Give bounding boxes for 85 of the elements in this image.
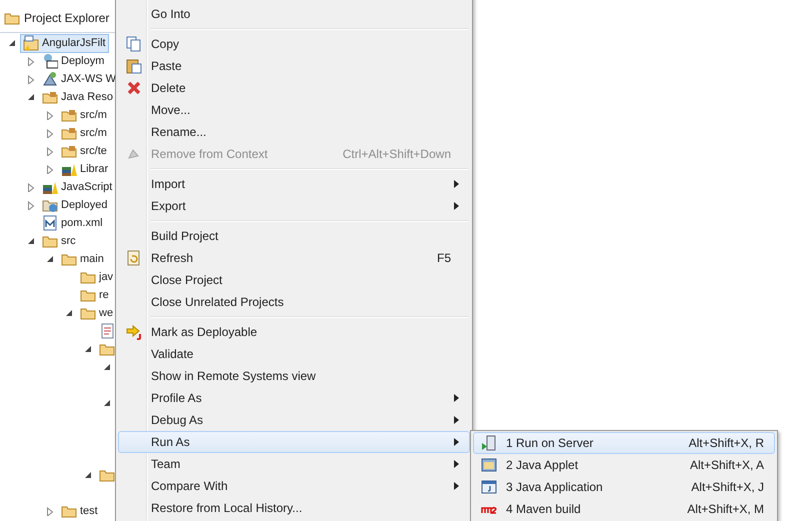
menu-item[interactable]: Import bbox=[118, 173, 470, 195]
delete-icon bbox=[126, 80, 142, 96]
expanded-arrow-icon[interactable] bbox=[103, 399, 111, 407]
tree-item[interactable]: AngularJsFilt bbox=[20, 34, 109, 52]
tree-item[interactable]: src/te bbox=[58, 142, 110, 160]
menu-item[interactable]: 2 Java Applet Alt+Shift+X, A bbox=[473, 454, 775, 476]
collapsed-arrow-icon[interactable] bbox=[46, 110, 54, 120]
applet-icon bbox=[481, 457, 497, 473]
window-icon bbox=[481, 479, 497, 495]
expanded-arrow-icon[interactable] bbox=[103, 363, 111, 371]
expanded-arrow-icon[interactable] bbox=[84, 345, 92, 353]
expanded-arrow-icon[interactable] bbox=[27, 237, 35, 245]
server-icon bbox=[481, 435, 497, 451]
collapsed-arrow-icon[interactable] bbox=[46, 506, 54, 516]
menu-item[interactable]: 4 Maven build Alt+Shift+X, M bbox=[473, 498, 775, 520]
expanded-arrow-icon[interactable] bbox=[65, 309, 73, 317]
menu-item[interactable]: Team bbox=[118, 453, 470, 475]
tree-item[interactable]: Deployed bbox=[39, 196, 110, 214]
menu-item[interactable]: Show in Remote Systems view bbox=[118, 365, 470, 387]
package-folder-icon bbox=[42, 89, 58, 105]
web-service-icon bbox=[42, 71, 58, 87]
menu-item[interactable]: Copy bbox=[118, 33, 470, 55]
menu-item[interactable]: 3 Java Application Alt+Shift+X, J bbox=[473, 476, 775, 498]
tree-item[interactable]: JavaScript bbox=[39, 178, 116, 196]
document-icon bbox=[99, 323, 115, 339]
collapsed-arrow-icon[interactable] bbox=[27, 56, 35, 66]
tree-item[interactable]: test bbox=[58, 502, 101, 520]
package-folder-icon bbox=[61, 125, 77, 141]
menu-item[interactable]: Compare With bbox=[118, 475, 470, 497]
expanded-arrow-icon[interactable] bbox=[84, 471, 92, 479]
menu-item[interactable]: 1 Run on Server Alt+Shift+X, R bbox=[473, 432, 775, 454]
tree-item[interactable]: src/m bbox=[58, 124, 110, 142]
submenu-arrow-icon bbox=[454, 438, 459, 446]
arrow-icon bbox=[126, 324, 142, 340]
menu-item[interactable]: Rename... bbox=[118, 121, 470, 143]
menu-item[interactable]: Close Unrelated Projects bbox=[118, 291, 470, 313]
descriptor-icon bbox=[42, 53, 58, 69]
collapsed-arrow-icon[interactable] bbox=[27, 182, 35, 192]
tree-item[interactable]: pom.xml bbox=[39, 214, 106, 232]
paste-icon bbox=[126, 58, 142, 74]
collapsed-arrow-icon[interactable] bbox=[27, 74, 35, 84]
expanded-arrow-icon[interactable] bbox=[46, 255, 54, 263]
submenu-arrow-icon bbox=[454, 394, 459, 402]
view-tab[interactable]: Project Explorer bbox=[0, 4, 114, 32]
menu-item[interactable]: Move... bbox=[118, 99, 470, 121]
menu-item[interactable]: Debug As bbox=[118, 409, 470, 431]
menu-item[interactable]: Run As bbox=[118, 431, 470, 453]
tree-item[interactable]: src bbox=[39, 232, 79, 250]
submenu-arrow-icon bbox=[454, 460, 459, 468]
menu-item[interactable]: Validate bbox=[118, 343, 470, 365]
menu-item[interactable]: Delete bbox=[118, 77, 470, 99]
copy-icon bbox=[126, 36, 142, 52]
submenu-arrow-icon bbox=[454, 202, 459, 210]
menu-item[interactable]: Profile As bbox=[118, 387, 470, 409]
menu-item[interactable]: Refresh F5 bbox=[118, 247, 470, 269]
expanded-arrow-icon[interactable] bbox=[8, 39, 16, 47]
tree-item[interactable]: Deploym bbox=[39, 52, 108, 70]
tree-item[interactable]: Librar bbox=[58, 160, 112, 178]
tree-item[interactable]: re bbox=[77, 286, 112, 304]
collapsed-arrow-icon[interactable] bbox=[46, 128, 54, 138]
collapsed-arrow-icon[interactable] bbox=[27, 200, 35, 210]
menu-item[interactable]: Go Into bbox=[118, 3, 470, 25]
submenu-arrow-icon bbox=[454, 482, 459, 490]
submenu-arrow-icon bbox=[454, 180, 459, 188]
project-icon bbox=[23, 35, 39, 51]
refresh-icon bbox=[126, 250, 142, 266]
file-icon bbox=[42, 215, 58, 231]
expanded-arrow-icon[interactable] bbox=[27, 93, 35, 101]
collapsed-arrow-icon[interactable] bbox=[46, 146, 54, 156]
collapsed-arrow-icon[interactable] bbox=[46, 164, 54, 174]
tree-item[interactable]: main bbox=[58, 250, 107, 268]
menu-item[interactable]: Close Project bbox=[118, 269, 470, 291]
view-title: Project Explorer bbox=[24, 11, 110, 25]
menu-item[interactable]: Export bbox=[118, 195, 470, 217]
tree-item[interactable]: src/m bbox=[58, 106, 110, 124]
submenu-arrow-icon bbox=[454, 416, 459, 424]
package-folder-icon bbox=[61, 107, 77, 123]
menu-item[interactable]: Restore from Local History... bbox=[118, 497, 470, 519]
tree-item[interactable]: jav bbox=[77, 268, 116, 286]
package-folder-icon bbox=[61, 143, 77, 159]
menu-item[interactable]: Paste bbox=[118, 55, 470, 77]
menu-item[interactable]: Build Project bbox=[118, 225, 470, 247]
menu-item[interactable]: Mark as Deployable bbox=[118, 321, 470, 343]
tree-item[interactable]: we bbox=[77, 304, 116, 322]
tree-item[interactable]: Java Reso bbox=[39, 88, 116, 106]
